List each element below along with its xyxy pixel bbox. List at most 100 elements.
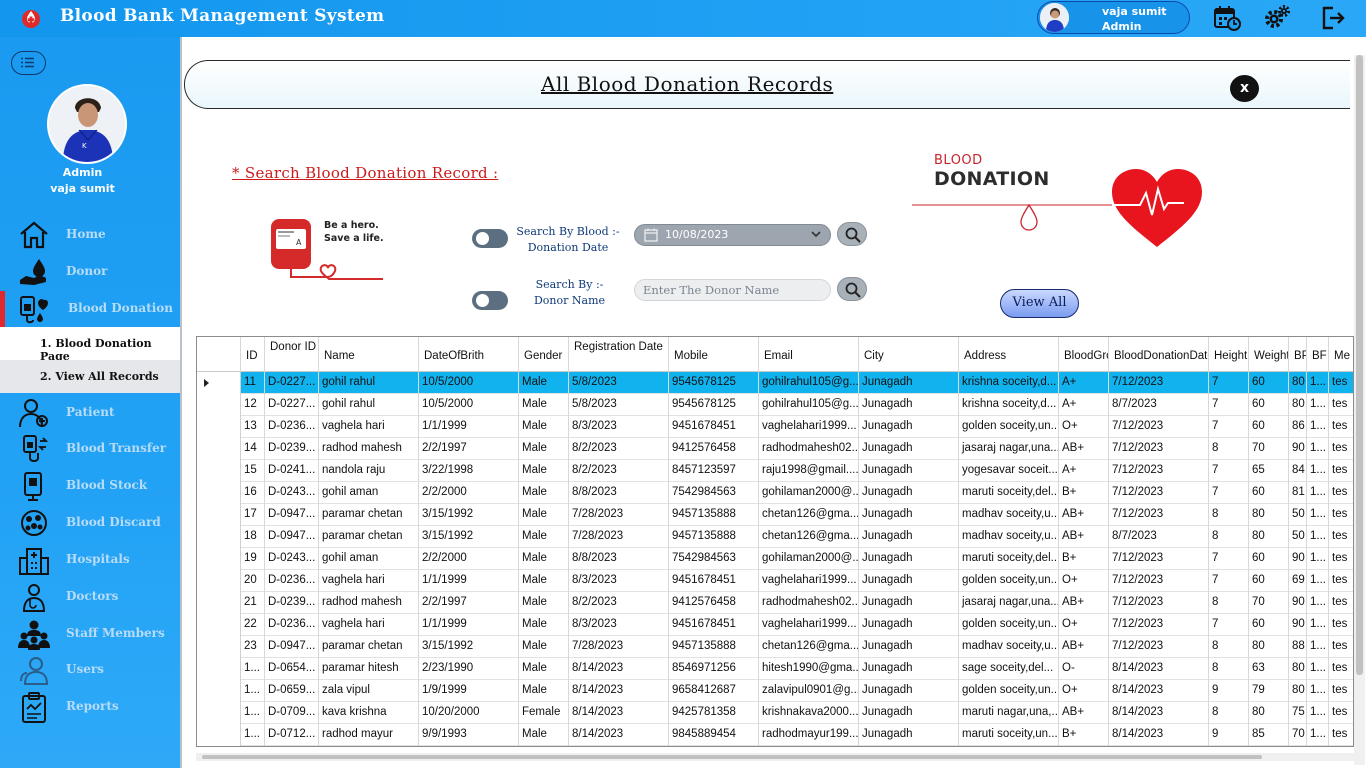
table-cell[interactable]: 1... [1307,460,1329,482]
table-cell[interactable]: 86 [1289,416,1307,438]
table-cell[interactable]: 8 [1209,592,1249,614]
table-cell[interactable]: Junagadh [859,658,959,680]
table-cell[interactable]: tes [1329,372,1353,394]
table-cell[interactable]: D-0236... [265,416,319,438]
table-row[interactable]: 20 D-0236... vaghela hari 1/1/1999 Male 8/3/2… [197,570,1353,592]
table-cell[interactable]: 65 [1249,460,1289,482]
row-header[interactable] [197,724,241,746]
table-cell[interactable]: 80 [1289,372,1307,394]
table-cell[interactable]: 75 [1289,702,1307,724]
table-cell[interactable]: 70 [1249,592,1289,614]
table-cell[interactable]: tes [1329,416,1353,438]
table-cell[interactable]: Junagadh [859,438,959,460]
table-cell[interactable]: 1... [1307,416,1329,438]
table-cell[interactable]: B+ [1059,724,1109,746]
table-cell[interactable]: tes [1329,702,1353,724]
table-cell[interactable]: gohilaman2000@... [759,482,859,504]
table-cell[interactable]: 23 [241,636,265,658]
table-cell[interactable]: vaghelahari1999... [759,614,859,636]
table-row[interactable]: 1... D-0709... kava krishna 10/20/2000 Femal… [197,702,1353,724]
horizontal-scrollbar[interactable] [196,753,1354,761]
table-cell[interactable]: 50 [1289,504,1307,526]
table-cell[interactable]: D-0947... [265,636,319,658]
table-cell[interactable]: Male [519,592,569,614]
table-row[interactable]: 1... D-0712... radhod mayur 9/9/1993 Male 8/1… [197,724,1353,746]
table-cell[interactable]: 7542984563 [669,482,759,504]
table-cell[interactable]: Male [519,438,569,460]
sidebar-item-patient[interactable]: Patient [0,395,180,431]
table-cell[interactable]: 90 [1289,614,1307,636]
column-header[interactable]: ID [241,337,265,372]
table-cell[interactable]: 8/7/2023 [1109,526,1209,548]
table-cell[interactable]: jasaraj nagar,una... [959,592,1059,614]
table-cell[interactable]: madhav soceity,u... [959,504,1059,526]
sidebar-item-doctors[interactable]: Doctors [0,579,180,615]
table-cell[interactable]: 9 [1209,724,1249,746]
table-cell[interactable]: 8/7/2023 [1109,394,1209,416]
calendar-clock-icon[interactable] [1213,4,1241,32]
table-cell[interactable]: 7/12/2023 [1109,372,1209,394]
table-cell[interactable]: 8/14/2023 [1109,702,1209,724]
table-cell[interactable]: gohilrahul105@g... [759,372,859,394]
table-cell[interactable]: hitesh1990@gma... [759,658,859,680]
table-cell[interactable]: 84 [1289,460,1307,482]
table-row[interactable]: 21 D-0239... radhod mahesh 2/2/1997 Male 8/2/… [197,592,1353,614]
table-cell[interactable]: tes [1329,636,1353,658]
table-cell[interactable]: 14 [241,438,265,460]
table-cell[interactable]: 7/28/2023 [569,504,669,526]
table-cell[interactable]: golden soceity,un... [959,416,1059,438]
table-cell[interactable]: 1... [1307,680,1329,702]
table-cell[interactable]: Male [519,394,569,416]
table-cell[interactable]: 9451678451 [669,570,759,592]
table-cell[interactable]: 7 [1209,394,1249,416]
table-cell[interactable]: golden soceity,un... [959,614,1059,636]
sidebar-item-blood-discard[interactable]: Blood Discard [0,505,180,541]
table-cell[interactable]: 7/12/2023 [1109,592,1209,614]
table-cell[interactable]: golden soceity,un... [959,570,1059,592]
table-cell[interactable]: 80 [1289,658,1307,680]
table-cell[interactable]: 70 [1249,438,1289,460]
table-cell[interactable]: 21 [241,592,265,614]
logout-icon[interactable] [1319,4,1347,32]
table-cell[interactable]: yogesavar soceit... [959,460,1059,482]
table-cell[interactable]: 8/14/2023 [569,702,669,724]
table-cell[interactable]: 9457135888 [669,636,759,658]
table-cell[interactable]: D-0236... [265,570,319,592]
table-cell[interactable]: 8/14/2023 [1109,658,1209,680]
table-cell[interactable]: radhod mahesh [319,592,419,614]
table-cell[interactable]: tes [1329,548,1353,570]
table-cell[interactable]: 7/12/2023 [1109,460,1209,482]
table-cell[interactable]: tes [1329,570,1353,592]
table-cell[interactable]: 8/3/2023 [569,570,669,592]
table-cell[interactable]: tes [1329,504,1353,526]
table-cell[interactable]: radhodmayur199... [759,724,859,746]
table-cell[interactable]: 7 [1209,570,1249,592]
table-cell[interactable]: gohilrahul105@g... [759,394,859,416]
column-header[interactable]: Name [319,337,419,372]
table-cell[interactable]: Junagadh [859,394,959,416]
table-cell[interactable]: raju1998@gmail.... [759,460,859,482]
search-by-date-toggle[interactable] [472,229,508,248]
table-cell[interactable]: 80 [1249,504,1289,526]
table-cell[interactable]: 8/3/2023 [569,614,669,636]
table-cell[interactable]: AB+ [1059,504,1109,526]
table-cell[interactable]: 9425781358 [669,702,759,724]
table-cell[interactable]: 1... [1307,592,1329,614]
sidebar-subitem-view-all-records[interactable]: 2. View All Records [0,360,180,393]
table-cell[interactable]: 7/28/2023 [569,526,669,548]
table-cell[interactable]: tes [1329,592,1353,614]
table-cell[interactable]: 1... [1307,724,1329,746]
sidebar-item-blood-donation[interactable]: Blood Donation [0,291,180,327]
table-cell[interactable]: AB+ [1059,526,1109,548]
table-row[interactable]: 22 D-0236... vaghela hari 1/1/1999 Male 8/3/2… [197,614,1353,636]
table-cell[interactable]: Male [519,526,569,548]
table-cell[interactable]: vaghelahari1999... [759,416,859,438]
table-cell[interactable]: 3/22/1998 [419,460,519,482]
table-cell[interactable]: krishna soceity,d... [959,372,1059,394]
table-cell[interactable]: tes [1329,526,1353,548]
table-cell[interactable]: 1... [1307,504,1329,526]
table-cell[interactable]: 60 [1249,482,1289,504]
row-header[interactable] [197,636,241,658]
table-cell[interactable]: 80 [1289,394,1307,416]
row-header[interactable] [197,504,241,526]
